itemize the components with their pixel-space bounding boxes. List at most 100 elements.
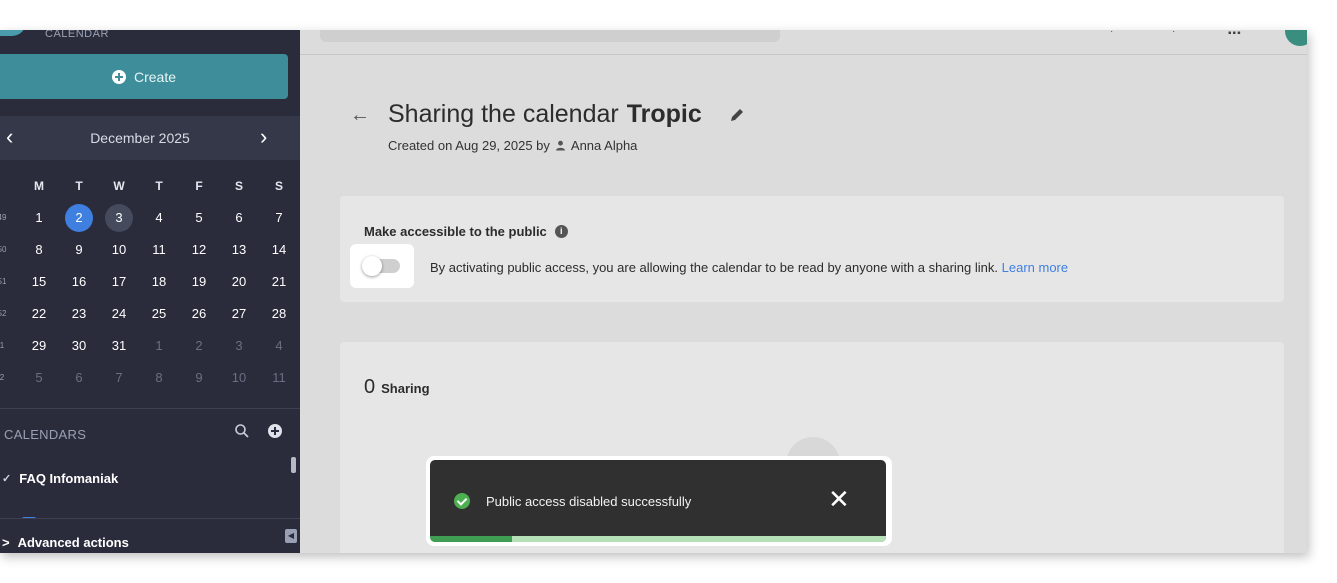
calendar-day[interactable]: 3 <box>224 332 254 360</box>
calendar-day[interactable]: 13 <box>224 236 254 264</box>
calendar-day[interactable]: 28 <box>264 300 294 328</box>
calendar-day[interactable]: 14 <box>264 236 294 264</box>
week-row: 1 29 30 31 1 2 3 4 <box>0 332 300 364</box>
calendar-name: Tropic <box>626 100 702 128</box>
calendar-day[interactable]: 20 <box>224 268 254 296</box>
create-button[interactable]: Create <box>0 54 288 99</box>
calendar-day[interactable]: 22 <box>24 300 54 328</box>
toggle-highlight <box>350 244 414 288</box>
calendar-day[interactable]: 9 <box>184 364 214 392</box>
calendar-day[interactable]: 26 <box>184 300 214 328</box>
calendar-day[interactable]: 7 <box>264 204 294 232</box>
calendar-day[interactable]: 23 <box>64 300 94 328</box>
calendar-day[interactable]: 12 <box>184 236 214 264</box>
chevron-right-icon[interactable]: › <box>260 124 267 150</box>
calendar-day[interactable]: 10 <box>224 364 254 392</box>
calendar-day[interactable]: 29 <box>24 332 54 360</box>
week-number: 49 <box>0 213 7 222</box>
info-icon[interactable]: i <box>554 225 568 238</box>
toast-progress-track <box>430 536 886 542</box>
public-access-title-text: Make accessible to the public <box>364 224 547 239</box>
calendar-day[interactable]: 31 <box>104 332 134 360</box>
calendar-day[interactable]: 4 <box>144 204 174 232</box>
chevron-right-icon: > <box>2 535 10 550</box>
weekday-header: M <box>34 179 44 193</box>
advanced-actions[interactable]: > Advanced actions ◀ <box>0 518 300 553</box>
create-button-label: Create <box>133 68 177 85</box>
toast-highlight: Public access disabled successfully ✕ <box>426 456 892 546</box>
weekday-header: S <box>234 179 243 193</box>
apps-grid-icon[interactable]: ▪▪▪ <box>1228 30 1242 39</box>
calendar-day[interactable]: 11 <box>264 364 294 392</box>
weekday-header-row: MTWTFSS <box>0 172 300 204</box>
calendar-day[interactable]: 1 <box>144 332 174 360</box>
calendar-day[interactable]: 6 <box>64 364 94 392</box>
sharing-count: 0 Sharing <box>364 376 430 399</box>
calendar-day[interactable]: 4 <box>264 332 294 360</box>
search-bar[interactable] <box>320 30 780 42</box>
month-navigation: ‹ December 2025 › <box>0 116 300 160</box>
calendar-day[interactable]: 1 <box>24 204 54 232</box>
scrollbar-thumb[interactable] <box>291 457 296 473</box>
toggle-knob <box>362 256 382 276</box>
help-icon[interactable]: · <box>1110 30 1113 37</box>
close-icon[interactable]: ✕ <box>828 486 850 512</box>
calendar-day[interactable]: 3 <box>105 204 133 232</box>
weekday-header: T <box>75 179 83 193</box>
weekday-header: W <box>113 179 125 193</box>
calendar-day[interactable]: 10 <box>104 236 134 264</box>
calendar-group-faq-infomaniak[interactable]: ✓ FAQ Infomaniak <box>2 471 118 486</box>
calendar-day[interactable]: 25 <box>144 300 174 328</box>
calendar-day[interactable]: 11 <box>144 236 174 264</box>
back-arrow-icon[interactable]: ← <box>350 104 370 127</box>
add-calendar-icon[interactable] <box>268 424 282 438</box>
public-access-title: Make accessible to the public i <box>364 224 568 239</box>
search-icon[interactable] <box>234 423 250 439</box>
toast-message: Public access disabled successfully <box>486 494 692 509</box>
calendar-day[interactable]: 17 <box>104 268 134 296</box>
app-logo[interactable] <box>0 30 26 36</box>
calendar-day[interactable]: 30 <box>64 332 94 360</box>
calendar-day[interactable]: 15 <box>24 268 54 296</box>
calendar-day[interactable]: 5 <box>184 204 214 232</box>
learn-more-link[interactable]: Learn more <box>1002 260 1068 275</box>
toast-notification: Public access disabled successfully ✕ <box>430 460 886 542</box>
calendar-day[interactable]: 5 <box>24 364 54 392</box>
page-title: Sharing the calendar Tropic <box>388 100 702 129</box>
pencil-icon[interactable] <box>728 106 746 124</box>
week-number: 1 <box>0 341 5 350</box>
avatar[interactable] <box>1285 30 1307 46</box>
weekday-header: T <box>155 179 163 193</box>
week-number: 52 <box>0 309 7 318</box>
calendar-day[interactable]: 8 <box>144 364 174 392</box>
sidebar: CALENDAR Create ‹ December 2025 › M T W T F S… <box>0 30 300 553</box>
created-info: Created on Aug 29, 2025 by Anna Alpha <box>388 138 637 153</box>
plus-circle-icon <box>111 69 126 84</box>
calendar-day[interactable]: 16 <box>64 268 94 296</box>
calendar-day[interactable]: 18 <box>144 268 174 296</box>
created-by: Anna Alpha <box>570 138 638 153</box>
week-row: 51 15 16 17 18 19 20 21 <box>0 268 300 300</box>
sharing-count-value: 0 <box>364 376 376 398</box>
calendar-day[interactable]: 27 <box>224 300 254 328</box>
public-access-toggle[interactable] <box>362 256 400 276</box>
collapse-sidebar-button[interactable]: ◀ <box>285 529 297 543</box>
week-row: 49 1234567 <box>0 204 300 236</box>
calendar-day[interactable]: 2 <box>184 332 214 360</box>
calendar-day[interactable]: 8 <box>24 236 54 264</box>
toast-progress-fill <box>430 536 513 542</box>
calendar-day[interactable]: 2 <box>65 204 93 232</box>
advanced-actions-toggle[interactable]: > Advanced actions <box>2 535 129 550</box>
week-number: 51 <box>0 277 7 286</box>
calendar-day[interactable]: 24 <box>104 300 134 328</box>
app-logo-text: CALENDAR <box>45 30 109 40</box>
calendar-day[interactable]: 6 <box>224 204 254 232</box>
calendar-day[interactable]: 7 <box>104 364 134 392</box>
user-icon <box>555 140 565 151</box>
calendar-day[interactable]: 9 <box>64 236 94 264</box>
calendar-day[interactable]: 19 <box>184 268 214 296</box>
notifications-icon[interactable]: · <box>1172 30 1175 37</box>
advanced-actions-label: Advanced actions <box>17 535 129 550</box>
calendar-day[interactable]: 21 <box>264 268 294 296</box>
calendar-group-label: FAQ Infomaniak <box>19 471 119 486</box>
